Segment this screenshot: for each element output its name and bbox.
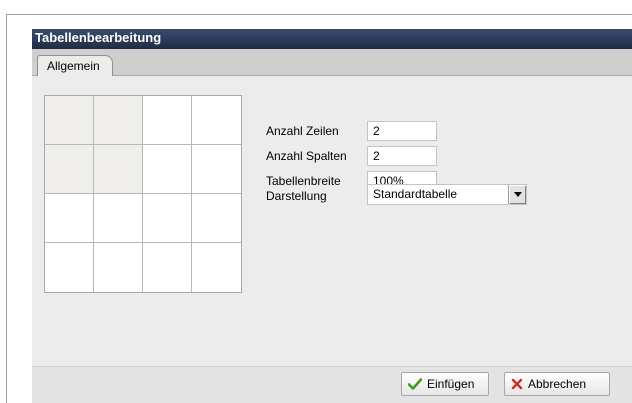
grid-cell[interactable] [94,96,143,145]
grid-cell[interactable] [192,194,241,243]
grid-cell[interactable] [94,145,143,194]
display-label: Darstellung [266,189,327,203]
cols-label: Anzahl Spalten [266,149,347,163]
grid-cell[interactable] [192,243,241,292]
tab-content: Anzahl Zeilen Anzahl Spalten Tabellenbre… [32,76,632,366]
grid-cell[interactable] [45,145,94,194]
screen: Tabellenbearbeitung Allgemein Anzahl Zei… [0,0,632,403]
grid-cell[interactable] [192,145,241,194]
outer-frame-left [6,14,7,403]
outer-frame-top [6,14,632,15]
dialog-title: Tabellenbearbeitung [35,30,162,45]
grid-cell[interactable] [143,96,192,145]
grid-cell[interactable] [143,145,192,194]
rows-label: Anzahl Zeilen [266,124,339,138]
grid-cell[interactable] [94,243,143,292]
table-edit-dialog: Tabellenbearbeitung Allgemein Anzahl Zei… [32,29,632,403]
cancel-button-label: Abbrechen [528,377,587,391]
tab-bar: Allgemein [32,49,632,78]
grid-cell[interactable] [143,243,192,292]
x-icon [511,378,523,390]
table-size-picker[interactable] [44,95,242,293]
tab-allgemein[interactable]: Allgemein [37,55,113,78]
grid-cell[interactable] [192,96,241,145]
display-select[interactable]: Standardtabelle [367,184,527,205]
cols-input[interactable] [367,146,437,166]
chevron-down-icon[interactable] [508,185,526,204]
insert-button[interactable]: Einfügen [401,372,489,396]
dialog-footer: Einfügen Abbrechen [32,366,632,403]
insert-button-label: Einfügen [427,377,475,391]
table-width-label: Tabellenbreite [266,174,341,188]
rows-input[interactable] [367,121,437,141]
tab-allgemein-label: Allgemein [47,59,100,73]
grid-cell[interactable] [45,243,94,292]
grid-cell[interactable] [143,194,192,243]
grid-cell[interactable] [94,194,143,243]
checkmark-icon [408,378,422,390]
display-select-value: Standardtabelle [373,187,458,201]
cancel-button[interactable]: Abbrechen [504,372,610,396]
grid-cell[interactable] [45,96,94,145]
dialog-titlebar[interactable]: Tabellenbearbeitung [32,29,632,49]
grid-cell[interactable] [45,194,94,243]
